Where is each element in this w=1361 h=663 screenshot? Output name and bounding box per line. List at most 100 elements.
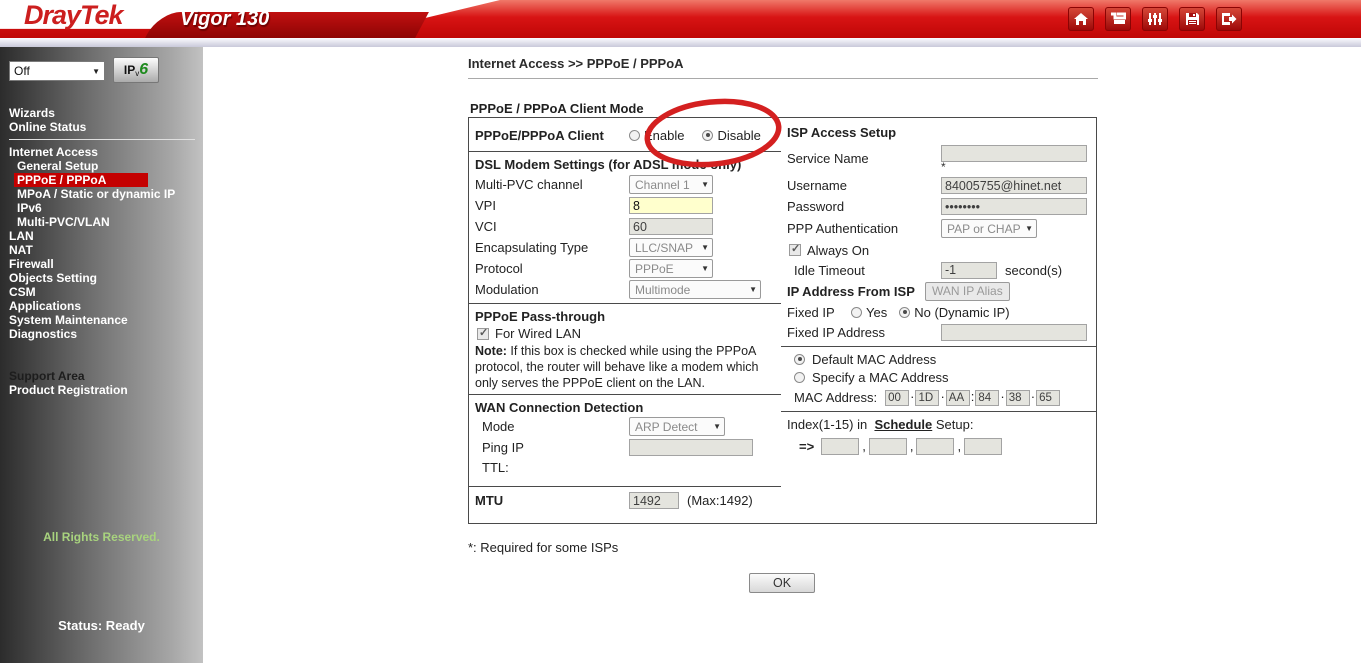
ping-ip-input[interactable] <box>629 439 753 456</box>
fixed-ip-address-label: Fixed IP Address <box>787 325 941 340</box>
sidebar-item-ipv6[interactable]: IPv6 <box>0 201 203 215</box>
chevron-down-icon: ▼ <box>749 285 757 294</box>
isp-access-header: ISP Access Setup <box>787 125 896 140</box>
service-name-input[interactable] <box>941 145 1087 162</box>
sitemap-icon[interactable] <box>1105 7 1131 31</box>
enable-radio[interactable] <box>629 130 640 141</box>
mac-separator: · <box>1000 389 1004 404</box>
sidebar-item-csm[interactable]: CSM <box>0 285 203 299</box>
encapsulating-type-select[interactable]: LLC/SNAP▼ <box>629 238 713 257</box>
required-asterisk: * <box>941 162 1087 173</box>
schedule-index-input[interactable] <box>821 438 859 455</box>
wired-lan-checkbox[interactable] <box>477 328 489 340</box>
wired-lan-label: For Wired LAN <box>495 326 581 341</box>
fixed-ip-no-radio[interactable] <box>899 307 910 318</box>
schedule-index-input[interactable] <box>869 438 907 455</box>
fixed-ip-yes-radio[interactable] <box>851 307 862 318</box>
sidebar-item-lan[interactable]: LAN <box>0 229 203 243</box>
sidebar-item-multi-pvc-vlan[interactable]: Multi-PVC/VLAN <box>0 215 203 229</box>
always-on-label: Always On <box>807 243 869 258</box>
sidebar-item-applications[interactable]: Applications <box>0 299 203 313</box>
wan-detection-mode-select[interactable]: ARP Detect▼ <box>629 417 725 436</box>
sidebar-item-nat[interactable]: NAT <box>0 243 203 257</box>
wan-detection-mode-label: Mode <box>475 419 629 434</box>
vci-input[interactable] <box>629 218 713 235</box>
ttl-label: TTL: <box>475 460 629 475</box>
ipv6-button[interactable]: IPv6 <box>113 57 159 83</box>
chevron-down-icon: ▼ <box>701 264 709 273</box>
multi-pvc-label: Multi-PVC channel <box>475 177 629 192</box>
always-on-checkbox[interactable] <box>789 244 801 256</box>
sidebar-item-firewall[interactable]: Firewall <box>0 257 203 271</box>
username-input[interactable] <box>941 177 1087 194</box>
sidebar-item-label: Objects Setting <box>9 271 97 285</box>
ip-from-isp-label: IP Address From ISP <box>787 284 925 299</box>
modulation-select[interactable]: Multimode▼ <box>629 280 761 299</box>
status-text: Status: Ready <box>0 618 203 633</box>
sidebar-item-system-maintenance[interactable]: System Maintenance <box>0 313 203 327</box>
sidebar-item-support-area[interactable]: Support Area <box>0 369 203 383</box>
multi-pvc-select[interactable]: Channel 1▼ <box>629 175 713 194</box>
mac-octet-input[interactable] <box>885 390 909 406</box>
mac-separator: · <box>940 389 944 404</box>
schedule-index-input[interactable] <box>964 438 1002 455</box>
dsl-settings-header: DSL Modem Settings (for ADSL mode only) <box>475 157 741 172</box>
disable-radio[interactable] <box>702 130 713 141</box>
sidebar-item-label: General Setup <box>17 159 98 173</box>
mac-octet-input[interactable] <box>915 390 939 406</box>
sidebar-item-internet-access[interactable]: Internet Access <box>0 145 203 159</box>
divider <box>781 411 1096 412</box>
sidebar-item-label: Firewall <box>9 257 54 271</box>
fixed-ip-address-input[interactable] <box>941 324 1087 341</box>
home-icon[interactable] <box>1068 7 1094 31</box>
schedule-link[interactable]: Schedule <box>874 417 932 432</box>
fixed-ip-yes-label: Yes <box>866 305 887 320</box>
sidebar: Off ▼ IPv6 WizardsOnline Status Internet … <box>0 47 203 663</box>
encapsulating-type-label: Encapsulating Type <box>475 240 629 255</box>
save-icon[interactable] <box>1179 7 1205 31</box>
rights-text: All Rights Reserved. <box>0 530 203 544</box>
vpi-label: VPI <box>475 198 629 213</box>
mtu-input[interactable] <box>629 492 679 509</box>
default-mac-radio[interactable] <box>794 354 805 365</box>
ppp-authentication-select[interactable]: PAP or CHAP▼ <box>941 219 1037 238</box>
sidebar-item-diagnostics[interactable]: Diagnostics <box>0 327 203 341</box>
mac-octet-input[interactable] <box>975 390 999 406</box>
page-title: PPPoE / PPPoA Client Mode <box>470 101 644 116</box>
chevron-down-icon: ▼ <box>713 422 721 431</box>
mac-separator: : <box>971 389 975 404</box>
wan-ip-alias-button[interactable]: WAN IP Alias <box>925 282 1010 301</box>
password-input[interactable] <box>941 198 1087 215</box>
sidebar-item-wizards[interactable]: Wizards <box>0 106 203 120</box>
sidebar-item-product-registration[interactable]: Product Registration <box>0 383 203 397</box>
sidebar-mode-select[interactable]: Off ▼ <box>9 61 105 81</box>
divider <box>781 346 1096 347</box>
schedule-index-input[interactable] <box>916 438 954 455</box>
sidebar-item-online-status[interactable]: Online Status <box>0 120 203 134</box>
ok-button[interactable]: OK <box>749 573 815 593</box>
schedule-index-suffix: Setup: <box>936 417 974 432</box>
sidebar-item-pppoe-pppoa[interactable]: PPPoE / PPPoA <box>0 173 203 187</box>
sidebar-item-label: Diagnostics <box>9 327 77 341</box>
vci-label: VCI <box>475 219 629 234</box>
page: DrayTek Vigor 130 Off ▼ I <box>0 0 1361 663</box>
mac-octet-input[interactable] <box>1006 390 1030 406</box>
idle-timeout-unit: second(s) <box>1005 263 1062 278</box>
mac-octet-input[interactable] <box>1036 390 1060 406</box>
settings-sliders-icon[interactable] <box>1142 7 1168 31</box>
chevron-down-icon: ▼ <box>92 67 100 76</box>
mac-octet-input[interactable] <box>946 390 970 406</box>
specify-mac-radio[interactable] <box>794 372 805 383</box>
sidebar-item-mpoa-static-or-dynamic-ip[interactable]: MPoA / Static or dynamic IP <box>0 187 203 201</box>
chevron-down-icon: ▼ <box>701 243 709 252</box>
vpi-input[interactable] <box>629 197 713 214</box>
protocol-select[interactable]: PPPoE▼ <box>629 259 713 278</box>
logout-icon[interactable] <box>1216 7 1242 31</box>
protocol-label: Protocol <box>475 261 629 276</box>
idle-timeout-input[interactable] <box>941 262 997 279</box>
schedule-separator: , <box>862 438 866 453</box>
sidebar-item-general-setup[interactable]: General Setup <box>0 159 203 173</box>
divider <box>469 486 781 487</box>
client-settings-panel: PPPoE/PPPoA Client Enable Disable DSL Mo… <box>468 117 782 524</box>
sidebar-item-objects-setting[interactable]: Objects Setting <box>0 271 203 285</box>
